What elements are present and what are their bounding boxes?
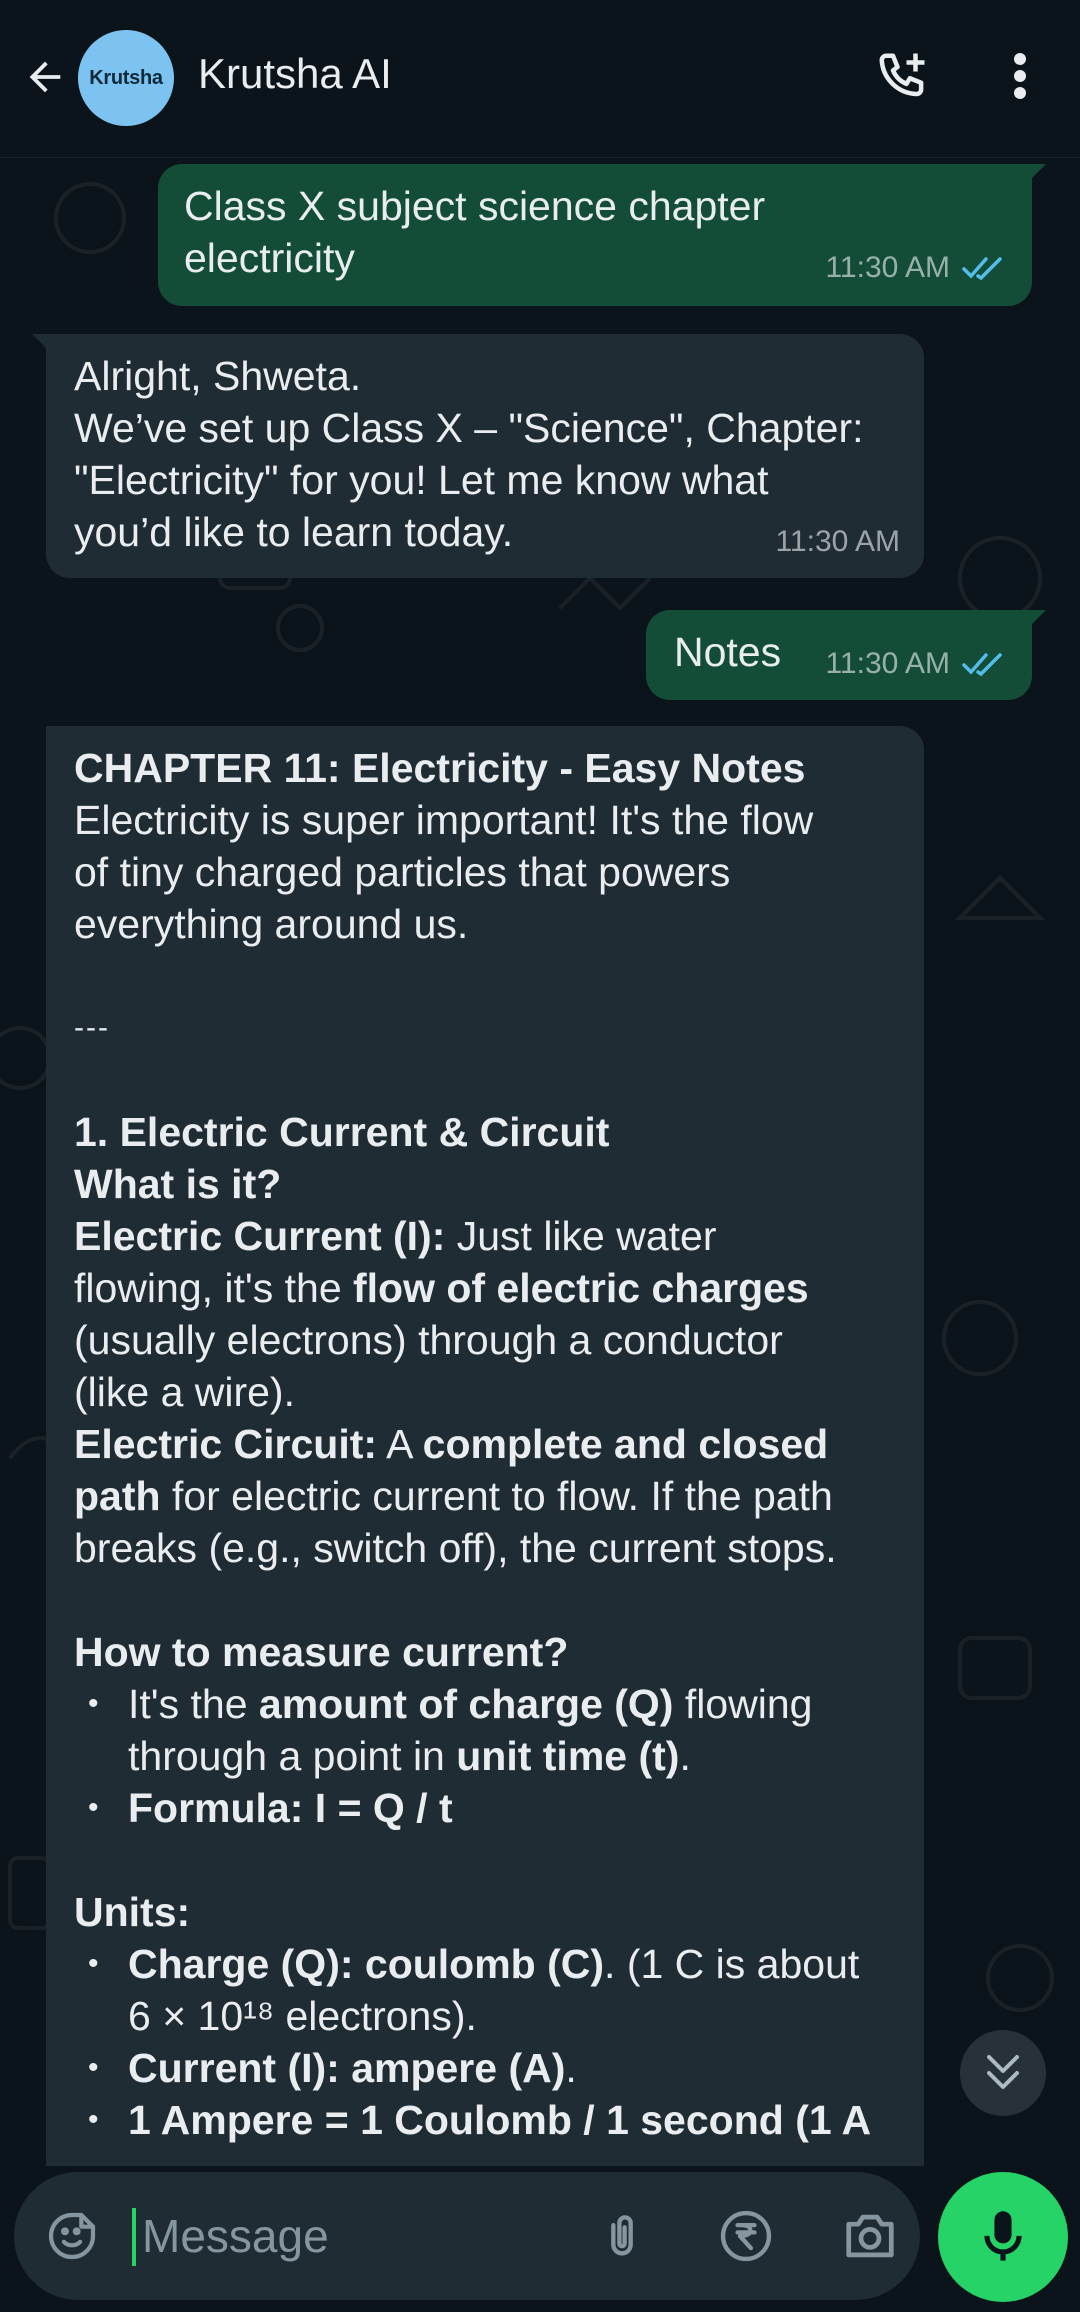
list-item: Formula: I = Q / t: [74, 1782, 920, 1834]
message-time: 11:30 AM: [825, 251, 950, 284]
list-item: It's the amount of charge (Q) flowing th…: [74, 1678, 920, 1782]
message-input[interactable]: [142, 2202, 562, 2270]
definition-line: breaks (e.g., switch off), the current s…: [74, 1525, 837, 1571]
notes-title: CHAPTER 11: Electricity - Easy Notes: [74, 745, 806, 791]
message-meta: 11:30 AM: [825, 242, 1008, 294]
definition-line: (like a wire).: [74, 1369, 295, 1415]
message-incoming-welcome[interactable]: Alright, Shweta. We’ve set up Class X – …: [32, 334, 924, 578]
message-outgoing-subject[interactable]: Class X subject science chapter electric…: [158, 164, 1046, 306]
more-vert-icon[interactable]: [1000, 46, 1040, 106]
message-time: 11:30 AM: [825, 647, 950, 680]
avatar-text: Krutsha: [89, 66, 163, 89]
text-caret: [132, 2208, 136, 2266]
definition-current: Electric Current (I): Just like water: [74, 1213, 717, 1259]
scroll-to-bottom-button[interactable]: [960, 2030, 1046, 2116]
message-incoming-notes[interactable]: CHAPTER 11: Electricity - Easy Notes Ele…: [46, 726, 924, 2166]
subsection-title: How to measure current?: [74, 1629, 569, 1675]
message-outgoing-notes[interactable]: Notes 11:30 AM: [646, 610, 1046, 700]
notes-divider: ---: [74, 1011, 110, 1044]
message-meta: 11:30 AM: [825, 638, 1008, 690]
definition-line: path for electric current to flow. If th…: [74, 1473, 833, 1519]
sticker-icon[interactable]: [42, 2206, 102, 2266]
camera-icon[interactable]: [838, 2204, 902, 2268]
mic-icon: [984, 2211, 1022, 2261]
mic-button[interactable]: [938, 2172, 1068, 2302]
message-line: Class X subject science chapter: [184, 183, 766, 229]
chat-header: Krutsha Krutsha AI: [0, 0, 1080, 158]
double-check-icon: [962, 257, 1002, 281]
message-text: Notes: [674, 629, 782, 675]
section-title: 1. Electric Current & Circuit: [74, 1109, 610, 1155]
list-item: Charge (Q): coulomb (C). (1 C is about 6…: [74, 1938, 920, 2042]
avatar[interactable]: Krutsha: [78, 30, 174, 126]
notes-intro-line: everything around us.: [74, 901, 469, 947]
chat-screen: Krutsha Krutsha AI Class X subject scien…: [0, 0, 1080, 2312]
message-line: "Electricity" for you! Let me know what: [74, 457, 769, 503]
subsection-title: What is it?: [74, 1161, 282, 1207]
notes-intro-line: Electricity is super important! It's the…: [74, 797, 814, 843]
list-item: 1 Ampere = 1 Coulomb / 1 second (1 A: [74, 2094, 920, 2146]
message-meta: 11:30 AM: [775, 516, 900, 568]
definition-circuit: Electric Circuit: A complete and closed: [74, 1421, 829, 1467]
message-line: We’ve set up Class X – "Science", Chapte…: [74, 405, 864, 451]
double-check-icon: [962, 653, 1002, 677]
attach-icon[interactable]: [590, 2204, 654, 2268]
add-call-icon[interactable]: [872, 46, 932, 106]
bubble-tail: [32, 334, 54, 356]
contact-name[interactable]: Krutsha AI: [198, 50, 392, 98]
bubble-tail: [1024, 164, 1046, 186]
notes-content: CHAPTER 11: Electricity - Easy Notes Ele…: [74, 742, 920, 2146]
definition-line: (usually electrons) through a conductor: [74, 1317, 783, 1363]
message-composer: [14, 2172, 920, 2300]
bubble-tail: [46, 726, 54, 748]
rupee-icon[interactable]: [714, 2204, 778, 2268]
definition-line: flowing, it's the flow of electric charg…: [74, 1265, 809, 1311]
message-time: 11:30 AM: [775, 525, 900, 558]
chevron-double-down-icon: [987, 2055, 1019, 2089]
message-line: Alright, Shweta.: [74, 353, 362, 399]
list-item: Current (I): ampere (A).: [74, 2042, 920, 2094]
subsection-title: Units:: [74, 1889, 191, 1935]
back-arrow-icon[interactable]: [18, 50, 72, 104]
bubble-tail: [1024, 610, 1046, 632]
notes-intro-line: of tiny charged particles that powers: [74, 849, 731, 895]
